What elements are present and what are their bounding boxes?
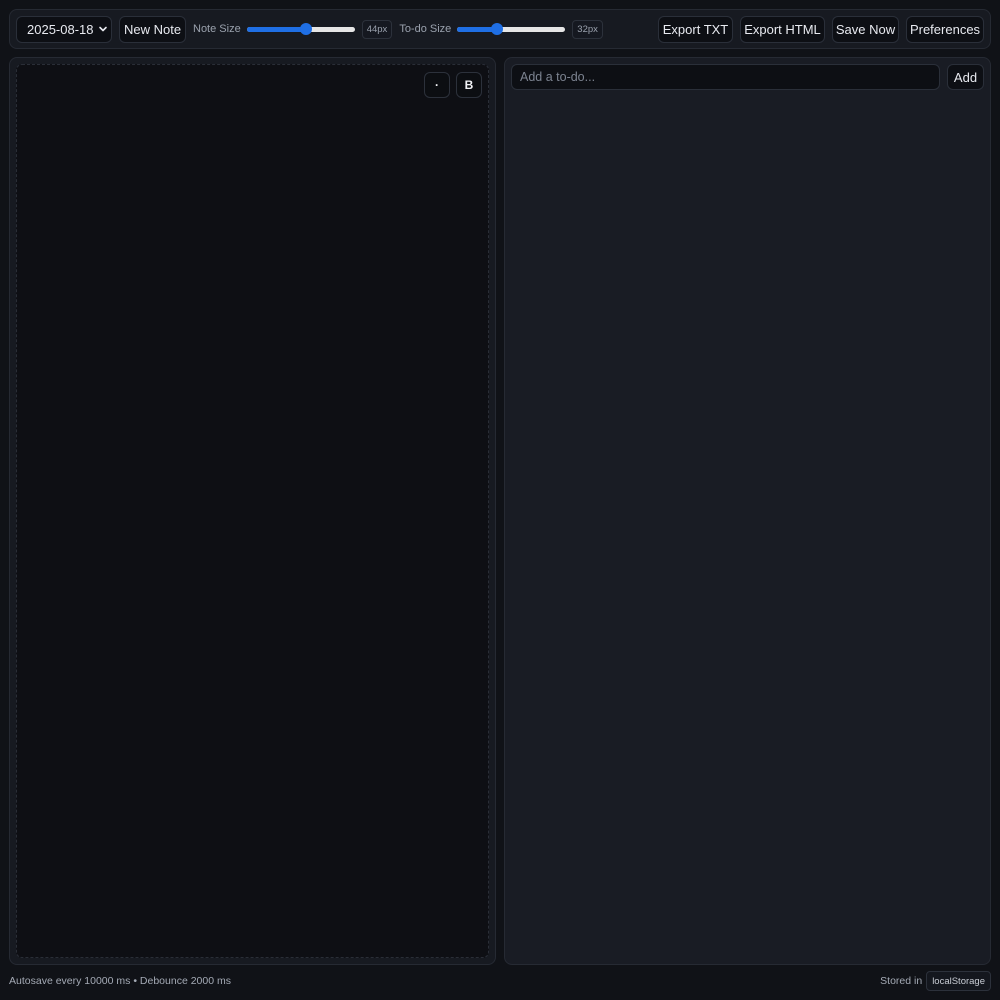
stored-in-label: Stored in — [880, 975, 923, 987]
todo-size-slider[interactable] — [457, 21, 566, 37]
todo-input[interactable] — [511, 64, 940, 90]
todo-size-label: To-do Size — [399, 23, 452, 35]
todo-panel: Add — [504, 57, 991, 965]
date-select-value: 2025-08-18 — [27, 21, 94, 37]
note-size-label: Note Size — [193, 23, 241, 35]
status-bar: Autosave every 10000 ms • Debounce 2000 … — [9, 969, 991, 993]
new-note-button[interactable]: New Note — [119, 15, 186, 43]
note-size-value: 44px — [361, 19, 393, 39]
todo-size-value: 32px — [572, 19, 603, 39]
app-window: 2025-08-18 New Note Note Size 44px To-do… — [0, 0, 1000, 1000]
note-editor[interactable]: · B — [16, 64, 489, 958]
toolbar: 2025-08-18 New Note Note Size 44px To-do… — [9, 9, 991, 49]
date-select[interactable]: 2025-08-18 — [16, 15, 112, 43]
export-txt-button[interactable]: Export TXT — [658, 15, 733, 43]
bold-button[interactable]: B — [456, 72, 482, 98]
autosave-status: Autosave every 10000 ms • Debounce 2000 … — [9, 975, 231, 987]
note-size-slider-thumb[interactable] — [300, 23, 313, 35]
note-panel: · B — [9, 57, 496, 965]
bullet-button[interactable]: · — [424, 72, 450, 98]
note-size-slider[interactable] — [246, 21, 355, 37]
chevron-down-icon — [98, 24, 108, 34]
save-now-button[interactable]: Save Now — [832, 15, 899, 43]
todo-add-row: Add — [511, 64, 984, 90]
export-html-button[interactable]: Export HTML — [740, 15, 825, 43]
todo-size-slider-thumb[interactable] — [491, 23, 504, 35]
storage-badge: localStorage — [926, 971, 991, 991]
preferences-button[interactable]: Preferences — [906, 15, 984, 43]
add-todo-button[interactable]: Add — [947, 64, 984, 90]
